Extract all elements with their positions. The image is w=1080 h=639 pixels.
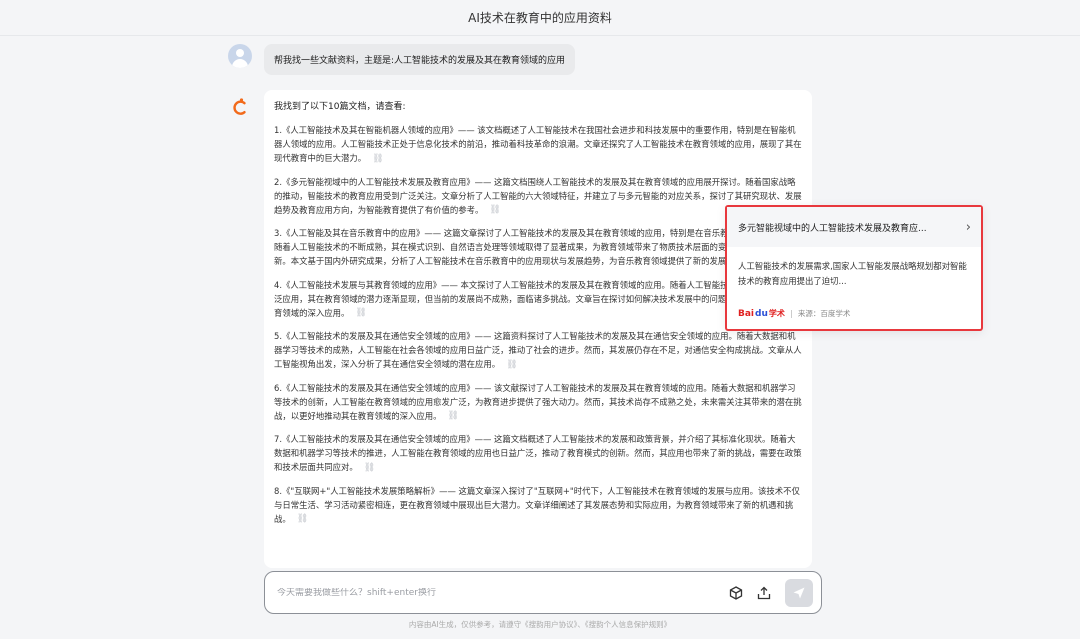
result-text: 1.《人工智能技术及其在智能机器人领域的应用》—— 该文档概述了人工智能技术在我… (274, 125, 802, 163)
result-text: 3.《人工智能及其在音乐教育中的应用》—— 这篇文章探讨了人工智能技术的发展及其… (274, 228, 796, 266)
user-avatar (228, 44, 252, 68)
cube-icon[interactable] (725, 582, 747, 604)
disclaimer-footer: 内容由AI生成，仅供参考，请遵守《搜韵用户协议》、《搜韵个人信息保护规则》 (408, 620, 672, 629)
source-label: 来源：百度学术 (797, 309, 851, 318)
logo-paw: du (755, 308, 768, 319)
popup-title[interactable]: 多元智能视域中的人工智能技术发展及教育应... (738, 221, 927, 234)
chevron-right-icon[interactable]: › (966, 220, 971, 235)
send-button[interactable] (785, 578, 813, 607)
logo-bai: Bai (738, 308, 755, 319)
reference-preview-popup[interactable]: 多元智能视域中的人工智能技术发展及教育应... › 人工智能技术的发展需求,国家… (725, 205, 983, 331)
result-item: 1.《人工智能技术及其在智能机器人领域的应用》—— 该文档概述了人工智能技术在我… (274, 123, 802, 166)
user-message-row: 帮我找一些文献资料，主题是:人工智能技术的发展及其在教育领域的应用 (228, 44, 576, 75)
result-text: 2.《多元智能视域中的人工智能技术发展及教育应用》—— 这篇文档围绕人工智能技术… (274, 176, 802, 215)
result-item: 2.《多元智能视域中的人工智能技术发展及教育应用》—— 这篇文档围绕人工智能技术… (274, 175, 802, 218)
result-item: 6.《人工智能技术的发展及其在通信安全领域的应用》—— 该文献探讨了人工智能技术… (274, 381, 802, 424)
link-icon[interactable]: ⛓ (506, 358, 517, 372)
upload-icon[interactable] (753, 582, 775, 604)
result-item: 3.《人工智能及其在音乐教育中的应用》—— 这篇文章探讨了人工智能技术的发展及其… (274, 226, 802, 269)
result-item: 5.《人工智能技术的发展及其在通信安全领域的应用》—— 这篇资料探讨了人工智能技… (274, 329, 802, 372)
result-text: 5.《人工智能技术的发展及其在通信安全领域的应用》—— 这篇资料探讨了人工智能技… (274, 331, 802, 369)
user-message-bubble: 帮我找一些文献资料，主题是:人工智能技术的发展及其在教育领域的应用 (264, 44, 576, 75)
assistant-intro: 我找到了以下10篇文档，请查看: (274, 102, 406, 112)
assistant-logo-icon (232, 98, 248, 116)
send-icon (793, 587, 805, 598)
result-text: 6.《人工智能技术的发展及其在通信安全领域的应用》—— 该文献探讨了人工智能技术… (274, 382, 802, 421)
page-title: AI技术在教育中的应用资料 (468, 11, 612, 25)
result-item: 7.《人工智能技术的发展及其在通信安全领域的应用》—— 这篇文档概述了人工智能技… (274, 432, 802, 475)
result-text: 4.《人工智能技术发展与其教育领域的应用》—— 本文探讨了人工智能技术的发展及其… (274, 279, 802, 318)
popup-summary: 人工智能技术的发展需求,国家人工智能发展战略规划都对智能技术的教育应用提出了迫切… (738, 261, 967, 286)
result-item: 4.《人工智能技术发展与其教育领域的应用》—— 本文探讨了人工智能技术的发展及其… (274, 278, 802, 321)
link-icon[interactable]: ⛓ (355, 306, 366, 320)
result-text: 7.《人工智能技术的发展及其在通信安全领域的应用》—— 这篇文档概述了人工智能技… (274, 434, 802, 472)
logo-xueshu: 学术 (768, 309, 785, 318)
result-text: 8.《"互联网+"人工智能技术发展策略解析》—— 这篇文章深入探讨了"互联网+"… (274, 485, 800, 524)
result-item: 8.《"互联网+"人工智能技术发展策略解析》—— 这篇文章深入探讨了"互联网+"… (274, 484, 802, 527)
baidu-xueshu-logo: Bai du 学术 (738, 308, 785, 319)
link-icon[interactable]: ⛓ (489, 203, 500, 217)
link-icon[interactable]: ⛓ (364, 461, 375, 475)
link-icon[interactable]: ⛓ (297, 512, 308, 526)
link-icon[interactable]: ⛓ (372, 152, 383, 166)
link-icon[interactable]: ⛓ (448, 409, 459, 423)
popup-header[interactable]: 多元智能视域中的人工智能技术发展及教育应... › (727, 207, 981, 247)
divider (790, 309, 792, 318)
chat-input-box[interactable] (264, 571, 822, 614)
top-bar: AI技术在教育中的应用资料 (0, 0, 1080, 36)
popup-source: Bai du 学术 来源：百度学术 (738, 308, 850, 319)
chat-input[interactable] (277, 587, 719, 598)
